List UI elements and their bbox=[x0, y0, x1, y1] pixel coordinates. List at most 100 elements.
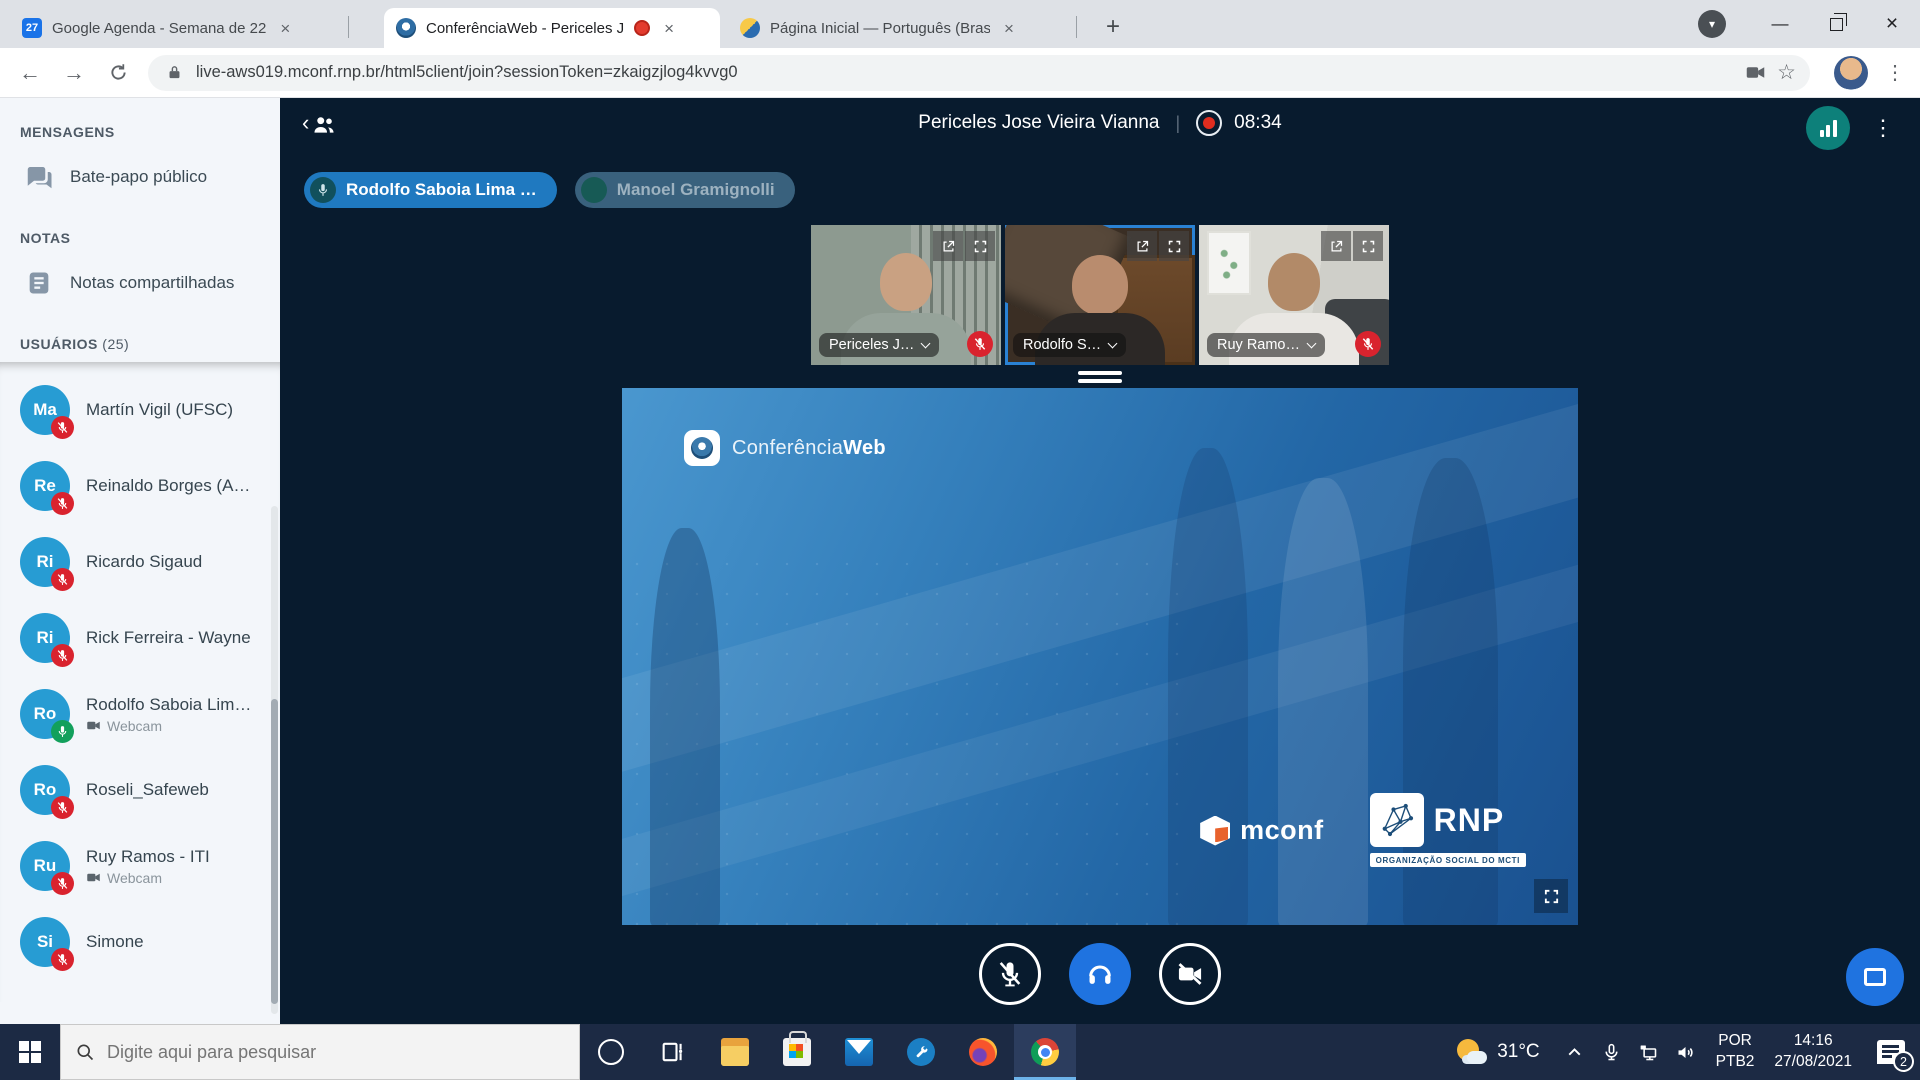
task-view-icon bbox=[659, 1038, 687, 1066]
tab-pagina-inicial[interactable]: Página Inicial — Português (Brasi × bbox=[728, 8, 1058, 48]
talker-indicators: Rodolfo Saboia Lima … Manoel Gramignolli bbox=[304, 172, 795, 208]
browser-profile-avatar[interactable] bbox=[1834, 56, 1868, 90]
restore-window-button[interactable] bbox=[1808, 0, 1864, 48]
rnp-logo: RNP ORGANIZAÇÃO SOCIAL DO MCTI bbox=[1370, 793, 1526, 867]
tab-separator bbox=[1076, 16, 1077, 38]
enable-webcam-button[interactable] bbox=[1159, 943, 1221, 1005]
folder-icon bbox=[721, 1038, 749, 1066]
browser-menu-icon[interactable]: ⋮ bbox=[1878, 60, 1912, 85]
taskbar-clock[interactable]: 14:16 27/08/2021 bbox=[1764, 1031, 1862, 1073]
action-center-button[interactable]: 2 bbox=[1862, 1024, 1920, 1080]
webcam-sublabel: Webcam bbox=[86, 718, 251, 734]
tab-google-agenda[interactable]: 27 Google Agenda - Semana de 22 × bbox=[10, 8, 340, 48]
connection-status-button[interactable] bbox=[1806, 106, 1850, 150]
reload-button[interactable] bbox=[96, 53, 140, 93]
conference-area: ‹ Periceles Jose Vieira Vianna | 08:34 ⋮ bbox=[280, 98, 1920, 1024]
search-input[interactable] bbox=[107, 1042, 565, 1063]
close-window-button[interactable]: × bbox=[1864, 0, 1920, 48]
url-bar[interactable]: live-aws019.mconf.rnp.br/html5client/joi… bbox=[148, 55, 1810, 91]
chrome-button-active[interactable] bbox=[1014, 1024, 1076, 1080]
user-list-item[interactable]: Ri Rick Ferreira - Wayne bbox=[0, 600, 280, 676]
sidebar-scrollbar[interactable] bbox=[271, 506, 278, 1014]
user-name: Rick Ferreira - Wayne bbox=[86, 628, 251, 647]
camera-slash-icon bbox=[1176, 960, 1204, 988]
weather-widget[interactable]: 31°C bbox=[1443, 1037, 1553, 1067]
new-tab-button[interactable]: + bbox=[1096, 10, 1130, 44]
webcam-tile-ruy[interactable]: Ruy Ramo… bbox=[1199, 225, 1389, 365]
recording-indicator-button[interactable]: 08:34 bbox=[1196, 110, 1282, 136]
talker-pill-inactive[interactable]: Manoel Gramignolli bbox=[575, 172, 795, 208]
microsoft-store-button[interactable] bbox=[766, 1024, 828, 1080]
webcam-resize-handle[interactable] bbox=[280, 371, 1920, 383]
support-tool-button[interactable] bbox=[890, 1024, 952, 1080]
minimize-button[interactable]: — bbox=[1752, 0, 1808, 48]
shared-notes-item[interactable]: Notas compartilhadas bbox=[0, 256, 280, 310]
bookmark-star-icon[interactable]: ☆ bbox=[1777, 60, 1796, 85]
webcam-sublabel: Webcam bbox=[86, 870, 210, 886]
taskbar-search[interactable] bbox=[60, 1024, 580, 1080]
user-list-item[interactable]: Ri Ricardo Sigaud bbox=[0, 524, 280, 600]
webcam-tile-rodolfo-active[interactable]: Rodolfo S… bbox=[1005, 225, 1195, 365]
audio-headphone-button[interactable] bbox=[1069, 943, 1131, 1005]
talker-pill-active[interactable]: Rodolfo Saboia Lima … bbox=[304, 172, 557, 208]
users-count: (25) bbox=[102, 336, 129, 352]
presentation-fullscreen-button[interactable] bbox=[1534, 879, 1568, 913]
conferenciaweb-favicon bbox=[396, 18, 416, 38]
tray-speaker-icon[interactable] bbox=[1675, 1042, 1696, 1063]
muted-mic-badge bbox=[51, 948, 74, 971]
tray-network-icon[interactable] bbox=[1638, 1042, 1659, 1063]
tab-conferenciaweb[interactable]: ConferênciaWeb - Periceles J × bbox=[384, 8, 720, 48]
user-list-item[interactable]: Re Reinaldo Borges (A… bbox=[0, 448, 280, 524]
public-chat-item[interactable]: Bate-papo público bbox=[0, 150, 280, 204]
search-icon bbox=[75, 1042, 95, 1062]
mconf-logo: mconf bbox=[1200, 815, 1324, 846]
lock-icon[interactable] bbox=[162, 61, 186, 85]
tab-close-icon[interactable]: × bbox=[1000, 18, 1018, 39]
task-view-button[interactable] bbox=[642, 1024, 704, 1080]
user-list-item[interactable]: Ro Rodolfo Saboia Lim… Webcam bbox=[0, 676, 280, 752]
popout-video-button[interactable] bbox=[933, 231, 963, 261]
user-name: Roseli_Safeweb bbox=[86, 780, 209, 799]
firefox-button[interactable] bbox=[952, 1024, 1014, 1080]
user-list-item[interactable]: Ro Roseli_Safeweb bbox=[0, 752, 280, 828]
fullscreen-video-button[interactable] bbox=[965, 231, 995, 261]
camera-permission-icon[interactable] bbox=[1743, 61, 1767, 85]
webcam-name-dropdown[interactable]: Periceles J… bbox=[819, 333, 939, 357]
popout-video-button[interactable] bbox=[1127, 231, 1157, 261]
back-button[interactable]: ← bbox=[8, 53, 52, 93]
user-avatar: Si bbox=[20, 917, 70, 967]
options-menu-icon[interactable]: ⋮ bbox=[1872, 115, 1894, 141]
window-controls: ▾ — × bbox=[1698, 0, 1920, 48]
unmute-microphone-button[interactable] bbox=[979, 943, 1041, 1005]
user-avatar: Ro bbox=[20, 765, 70, 815]
user-list-item[interactable]: Si Simone bbox=[0, 904, 280, 980]
conference-topbar: ‹ Periceles Jose Vieira Vianna | 08:34 ⋮ bbox=[280, 98, 1920, 150]
tab-close-icon[interactable]: × bbox=[660, 18, 678, 39]
restore-presentation-button[interactable] bbox=[1846, 948, 1904, 1006]
file-explorer-button[interactable] bbox=[704, 1024, 766, 1080]
fullscreen-video-button[interactable] bbox=[1159, 231, 1189, 261]
popout-video-button[interactable] bbox=[1321, 231, 1351, 261]
tab-close-icon[interactable]: × bbox=[276, 18, 294, 39]
webcam-name-dropdown[interactable]: Rodolfo S… bbox=[1013, 333, 1126, 357]
scrollbar-thumb[interactable] bbox=[271, 699, 278, 1004]
webcam-name-dropdown[interactable]: Ruy Ramo… bbox=[1207, 333, 1325, 357]
fullscreen-video-button[interactable] bbox=[1353, 231, 1383, 261]
language-indicator[interactable]: POR PTB2 bbox=[1706, 1031, 1765, 1073]
webcam-label: Webcam bbox=[107, 718, 162, 734]
tray-expand-icon[interactable] bbox=[1564, 1042, 1585, 1063]
browser-profile-caret-icon[interactable]: ▾ bbox=[1698, 10, 1726, 38]
windows-logo-icon bbox=[19, 1041, 41, 1063]
brazil-favicon bbox=[740, 18, 760, 38]
tray-mic-icon[interactable] bbox=[1601, 1042, 1622, 1063]
chrome-icon bbox=[1031, 1038, 1059, 1066]
mail-button[interactable] bbox=[828, 1024, 890, 1080]
url-text[interactable]: live-aws019.mconf.rnp.br/html5client/joi… bbox=[196, 63, 1733, 82]
user-list-item[interactable]: Ma Martín Vigil (UFSC) bbox=[0, 372, 280, 448]
avatar-initials: Ru bbox=[34, 856, 57, 876]
cortana-button[interactable] bbox=[580, 1024, 642, 1080]
user-list-item[interactable]: Ru Ruy Ramos - ITI Webcam bbox=[0, 828, 280, 904]
forward-button[interactable]: → bbox=[52, 53, 96, 93]
start-button[interactable] bbox=[0, 1024, 60, 1080]
webcam-tile-periceles[interactable]: Periceles J… bbox=[811, 225, 1001, 365]
